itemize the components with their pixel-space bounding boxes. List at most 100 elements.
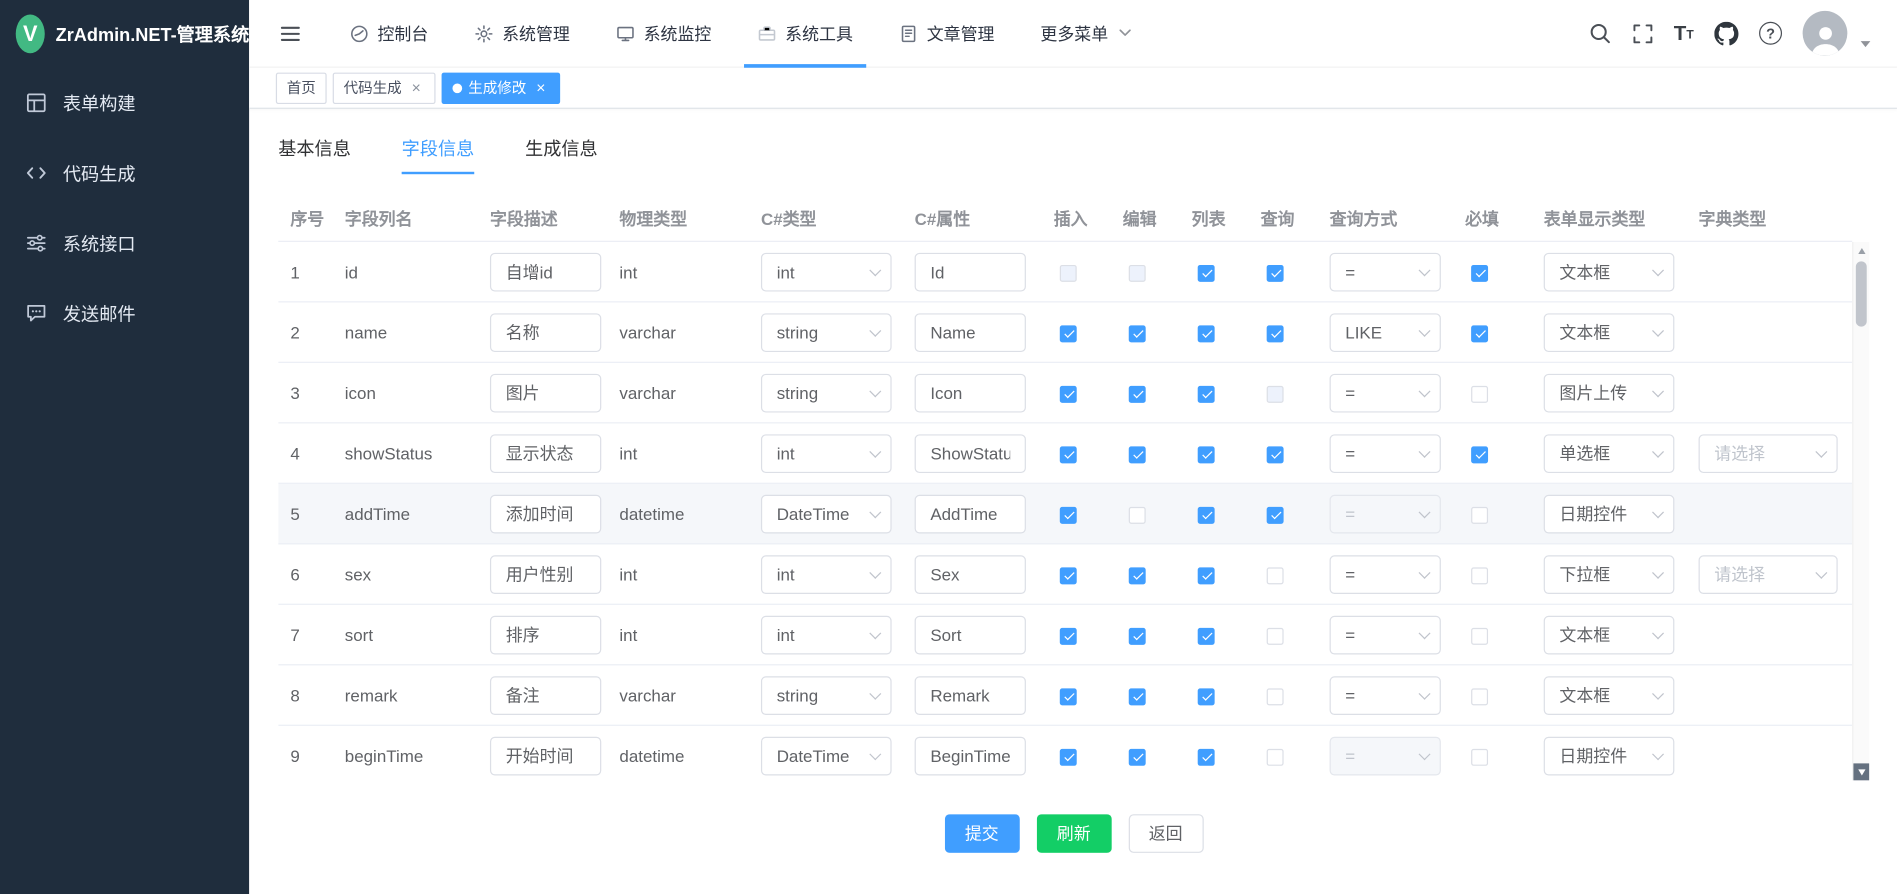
search-icon[interactable] [1588, 22, 1611, 45]
user-avatar[interactable] [1803, 11, 1848, 56]
list-checkbox[interactable] [1198, 688, 1215, 705]
sidebar-item-code-generation[interactable]: 代码生成 [0, 138, 249, 208]
csharp-property-input[interactable] [915, 555, 1026, 594]
csharp-property-input[interactable] [915, 494, 1026, 533]
dict-type-select[interactable]: 请选择 [1699, 434, 1838, 473]
csharp-property-input[interactable] [915, 676, 1026, 715]
column-desc-input[interactable] [490, 676, 601, 715]
help-icon[interactable]: ? [1759, 22, 1782, 45]
hamburger-icon[interactable] [249, 0, 326, 67]
tag-generate-edit[interactable]: 生成修改 × [442, 72, 561, 103]
query-type-select[interactable]: = [1330, 373, 1441, 412]
sidebar-item-send-mail[interactable]: 发送邮件 [0, 278, 249, 348]
required-checkbox[interactable] [1471, 325, 1488, 342]
avatar-dropdown-caret[interactable] [1861, 41, 1871, 47]
csharp-type-select[interactable]: int [761, 615, 892, 654]
insert-checkbox[interactable] [1060, 506, 1077, 523]
sidebar-item-system-api[interactable]: 系统接口 [0, 208, 249, 278]
scroll-up-arrow[interactable] [1853, 242, 1869, 259]
nav-item-dashboard[interactable]: 控制台 [327, 0, 452, 67]
edit-checkbox[interactable] [1129, 506, 1146, 523]
edit-checkbox[interactable] [1129, 325, 1146, 342]
edit-checkbox[interactable] [1129, 385, 1146, 402]
csharp-property-input[interactable] [915, 313, 1026, 352]
csharp-type-select[interactable]: DateTime [761, 736, 892, 775]
column-desc-input[interactable] [490, 434, 601, 473]
query-type-select[interactable]: LIKE [1330, 313, 1441, 352]
refresh-button[interactable]: 刷新 [1036, 814, 1111, 853]
query-checkbox[interactable] [1267, 506, 1284, 523]
insert-checkbox[interactable] [1060, 446, 1077, 463]
dict-type-select[interactable]: 请选择 [1699, 555, 1838, 594]
edit-checkbox[interactable] [1129, 567, 1146, 584]
required-checkbox[interactable] [1471, 748, 1488, 765]
csharp-type-select[interactable]: string [761, 676, 892, 715]
csharp-type-select[interactable]: int [761, 434, 892, 473]
column-desc-input[interactable] [490, 615, 601, 654]
insert-checkbox[interactable] [1060, 567, 1077, 584]
list-checkbox[interactable] [1198, 265, 1215, 282]
display-type-select[interactable]: 日期控件 [1544, 494, 1675, 533]
tag-home[interactable]: 首页 [276, 72, 327, 103]
back-button[interactable]: 返回 [1128, 814, 1203, 853]
column-desc-input[interactable] [490, 373, 601, 412]
csharp-type-select[interactable]: int [761, 252, 892, 291]
list-checkbox[interactable] [1198, 748, 1215, 765]
display-type-select[interactable]: 文本框 [1544, 313, 1675, 352]
csharp-type-select[interactable]: DateTime [761, 494, 892, 533]
insert-checkbox[interactable] [1060, 385, 1077, 402]
list-checkbox[interactable] [1198, 385, 1215, 402]
list-checkbox[interactable] [1198, 567, 1215, 584]
submit-button[interactable]: 提交 [944, 814, 1019, 853]
query-type-select[interactable]: = [1330, 252, 1441, 291]
csharp-type-select[interactable]: string [761, 313, 892, 352]
query-type-select[interactable]: = [1330, 434, 1441, 473]
query-type-select[interactable]: = [1330, 555, 1441, 594]
close-icon[interactable]: × [408, 79, 425, 96]
query-checkbox[interactable] [1267, 748, 1284, 765]
query-checkbox[interactable] [1267, 627, 1284, 644]
column-desc-input[interactable] [490, 736, 601, 775]
column-desc-input[interactable] [490, 252, 601, 291]
tab-basic-info[interactable]: 基本信息 [278, 135, 351, 174]
display-type-select[interactable]: 文本框 [1544, 252, 1675, 291]
insert-checkbox[interactable] [1060, 325, 1077, 342]
csharp-type-select[interactable]: string [761, 373, 892, 412]
required-checkbox[interactable] [1471, 627, 1488, 644]
nav-item-system-monitor[interactable]: 系统监控 [593, 0, 735, 67]
tab-field-info[interactable]: 字段信息 [402, 135, 475, 174]
csharp-property-input[interactable] [915, 434, 1026, 473]
tag-code-generation[interactable]: 代码生成 × [333, 72, 436, 103]
scrollbar-thumb[interactable] [1856, 261, 1867, 326]
scroll-down-arrow[interactable] [1853, 763, 1869, 780]
close-icon[interactable]: × [532, 79, 549, 96]
required-checkbox[interactable] [1471, 506, 1488, 523]
nav-item-system-management[interactable]: 系统管理 [451, 0, 593, 67]
nav-item-system-tools[interactable]: 系统工具 [734, 0, 876, 67]
required-checkbox[interactable] [1471, 688, 1488, 705]
query-checkbox[interactable] [1267, 567, 1284, 584]
insert-checkbox[interactable] [1060, 688, 1077, 705]
column-desc-input[interactable] [490, 313, 601, 352]
csharp-property-input[interactable] [915, 252, 1026, 291]
display-type-select[interactable]: 文本框 [1544, 615, 1675, 654]
fullscreen-icon[interactable] [1631, 22, 1653, 44]
list-checkbox[interactable] [1198, 446, 1215, 463]
tab-generate-info[interactable]: 生成信息 [525, 135, 598, 174]
table-scrollbar[interactable] [1852, 242, 1869, 780]
list-checkbox[interactable] [1198, 325, 1215, 342]
csharp-type-select[interactable]: int [761, 555, 892, 594]
column-desc-input[interactable] [490, 555, 601, 594]
list-checkbox[interactable] [1198, 627, 1215, 644]
query-checkbox[interactable] [1267, 325, 1284, 342]
github-icon[interactable] [1714, 21, 1738, 45]
display-type-select[interactable]: 单选框 [1544, 434, 1675, 473]
column-desc-input[interactable] [490, 494, 601, 533]
nav-item-more-menu[interactable]: 更多菜单 [1017, 0, 1154, 67]
insert-checkbox[interactable] [1060, 627, 1077, 644]
edit-checkbox[interactable] [1129, 748, 1146, 765]
nav-item-article-management[interactable]: 文章管理 [876, 0, 1018, 67]
required-checkbox[interactable] [1471, 265, 1488, 282]
query-checkbox[interactable] [1267, 265, 1284, 282]
display-type-select[interactable]: 图片上传 [1544, 373, 1675, 412]
